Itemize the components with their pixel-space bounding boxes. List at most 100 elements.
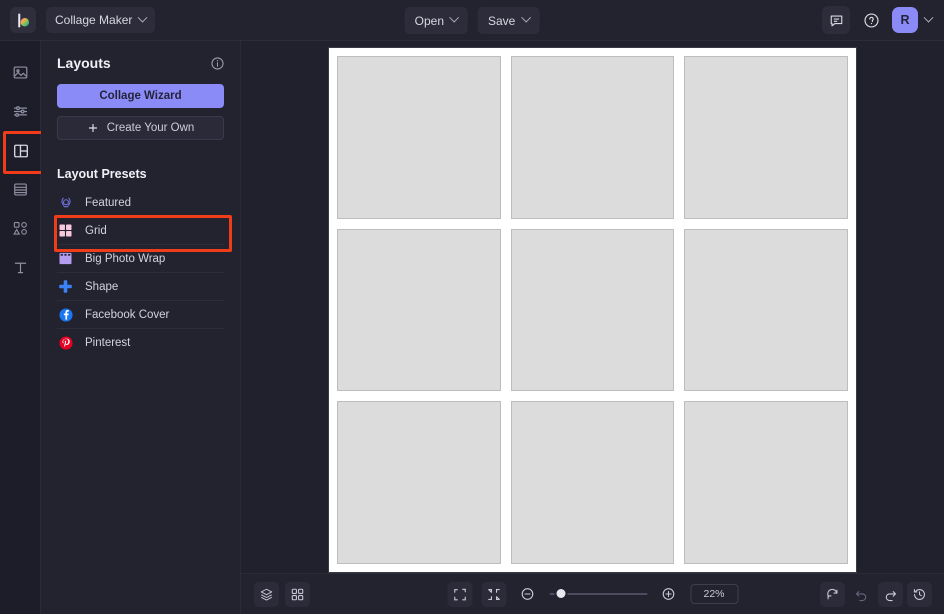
- tool-rail: [0, 41, 41, 614]
- featured-laurel-icon: [57, 194, 74, 211]
- file-menu-group: Open Save: [405, 7, 540, 34]
- preset-label: Pinterest: [85, 337, 130, 349]
- rail-item-frames[interactable]: [0, 170, 41, 209]
- collage-cell[interactable]: [684, 229, 848, 392]
- plus-circle-icon: [661, 586, 677, 602]
- grid-2x2-icon: [57, 222, 74, 239]
- chevron-down-icon: [450, 13, 460, 23]
- grid-view-button[interactable]: [285, 582, 310, 607]
- bottom-left-tools: [254, 582, 310, 607]
- open-label: Open: [415, 14, 444, 28]
- zoom-level-value[interactable]: 22%: [690, 584, 738, 604]
- zoom-slider-knob[interactable]: [554, 587, 567, 600]
- fit-screen-icon: [452, 587, 467, 602]
- text-icon: [12, 259, 29, 276]
- shapes-icon: [12, 220, 29, 237]
- layers-icon: [259, 587, 274, 602]
- layouts-icon: [12, 142, 30, 160]
- rail-item-adjust[interactable]: [0, 92, 41, 131]
- panel-header: Layouts: [57, 55, 225, 71]
- zoom-in-button[interactable]: [656, 582, 681, 607]
- shape-cross-icon: [57, 278, 74, 295]
- layout-presets-list: Featured Grid: [57, 189, 224, 357]
- collage-cell[interactable]: [337, 56, 501, 219]
- collage-cell[interactable]: [684, 401, 848, 564]
- help-button[interactable]: [857, 6, 885, 34]
- feedback-button[interactable]: [822, 6, 850, 34]
- history-icon: [912, 587, 927, 602]
- preset-row-facebook-cover[interactable]: Facebook Cover: [57, 301, 224, 329]
- rail-item-elements[interactable]: [0, 209, 41, 248]
- create-your-own-button[interactable]: Create Your Own: [57, 116, 224, 140]
- bazaart-logo-icon: [15, 12, 32, 29]
- undo-icon: [854, 587, 869, 602]
- page-title: Layouts: [57, 55, 111, 71]
- rail-item-image[interactable]: [0, 53, 41, 92]
- frames-icon: [12, 181, 29, 198]
- open-menu-button[interactable]: Open: [405, 7, 468, 34]
- redo-icon: [883, 587, 898, 602]
- preset-row-shape[interactable]: Shape: [57, 273, 224, 301]
- app-logo[interactable]: [10, 7, 36, 33]
- collapse-button[interactable]: [481, 582, 506, 607]
- sliders-icon: [12, 103, 29, 120]
- big-photo-wrap-icon: [57, 250, 74, 267]
- user-avatar[interactable]: R: [892, 7, 918, 33]
- create-your-own-label: Create Your Own: [107, 122, 195, 134]
- preset-label: Big Photo Wrap: [85, 253, 165, 265]
- refresh-icon: [825, 587, 840, 602]
- document-title-button[interactable]: Collage Maker: [46, 7, 155, 33]
- preset-row-big-photo-wrap[interactable]: Big Photo Wrap: [57, 245, 224, 273]
- pinterest-icon: [57, 335, 74, 352]
- undo-button[interactable]: [849, 582, 874, 607]
- preset-label: Facebook Cover: [85, 309, 169, 321]
- plus-icon: [87, 122, 99, 134]
- chevron-down-icon: [138, 12, 148, 22]
- preset-label: Grid: [85, 225, 107, 237]
- collage-wizard-button[interactable]: Collage Wizard: [57, 84, 224, 108]
- collage-cell[interactable]: [511, 56, 675, 219]
- collage-canvas[interactable]: [328, 47, 857, 573]
- document-title-label: Collage Maker: [55, 13, 132, 27]
- redo-button[interactable]: [878, 582, 903, 607]
- facebook-icon: [57, 306, 74, 323]
- top-bar: Collage Maker Open Save: [0, 0, 944, 41]
- history-button[interactable]: [907, 582, 932, 607]
- comment-icon: [829, 13, 844, 28]
- collage-cell[interactable]: [684, 56, 848, 219]
- preset-row-pinterest[interactable]: Pinterest: [57, 329, 224, 357]
- image-icon: [12, 64, 29, 81]
- avatar-chevron-down-icon[interactable]: [924, 12, 934, 22]
- preset-row-featured[interactable]: Featured: [57, 189, 224, 217]
- zoom-controls: 22%: [447, 582, 738, 607]
- layouts-panel: Layouts Collage Wizard Create Your Own L…: [41, 41, 241, 614]
- bottom-bar: 22%: [241, 573, 944, 614]
- info-circle-icon[interactable]: [210, 56, 225, 71]
- layers-button[interactable]: [254, 582, 279, 607]
- question-circle-icon: [863, 12, 880, 29]
- save-menu-button[interactable]: Save: [478, 7, 539, 34]
- preset-label: Featured: [85, 197, 131, 209]
- zoom-out-button[interactable]: [515, 582, 540, 607]
- canvas-stage[interactable]: [241, 41, 944, 573]
- collage-cell[interactable]: [337, 401, 501, 564]
- account-tools: R: [822, 6, 936, 34]
- chevron-down-icon: [521, 13, 531, 23]
- reset-button[interactable]: [820, 582, 845, 607]
- collage-maker-app: Collage Maker Open Save: [0, 0, 944, 614]
- preset-row-grid[interactable]: Grid: [57, 217, 224, 245]
- collage-cell[interactable]: [511, 401, 675, 564]
- save-label: Save: [488, 14, 515, 28]
- collage-cell[interactable]: [337, 229, 501, 392]
- minus-circle-icon: [520, 586, 536, 602]
- rail-item-text[interactable]: [0, 248, 41, 287]
- preset-label: Shape: [85, 281, 118, 293]
- collapse-icon: [486, 587, 501, 602]
- collage-cell[interactable]: [511, 229, 675, 392]
- zoom-slider[interactable]: [549, 587, 647, 601]
- grid-view-icon: [290, 587, 305, 602]
- layout-presets-title: Layout Presets: [57, 167, 225, 181]
- fit-screen-button[interactable]: [447, 582, 472, 607]
- history-controls: [820, 582, 932, 607]
- rail-item-layouts[interactable]: [0, 131, 41, 170]
